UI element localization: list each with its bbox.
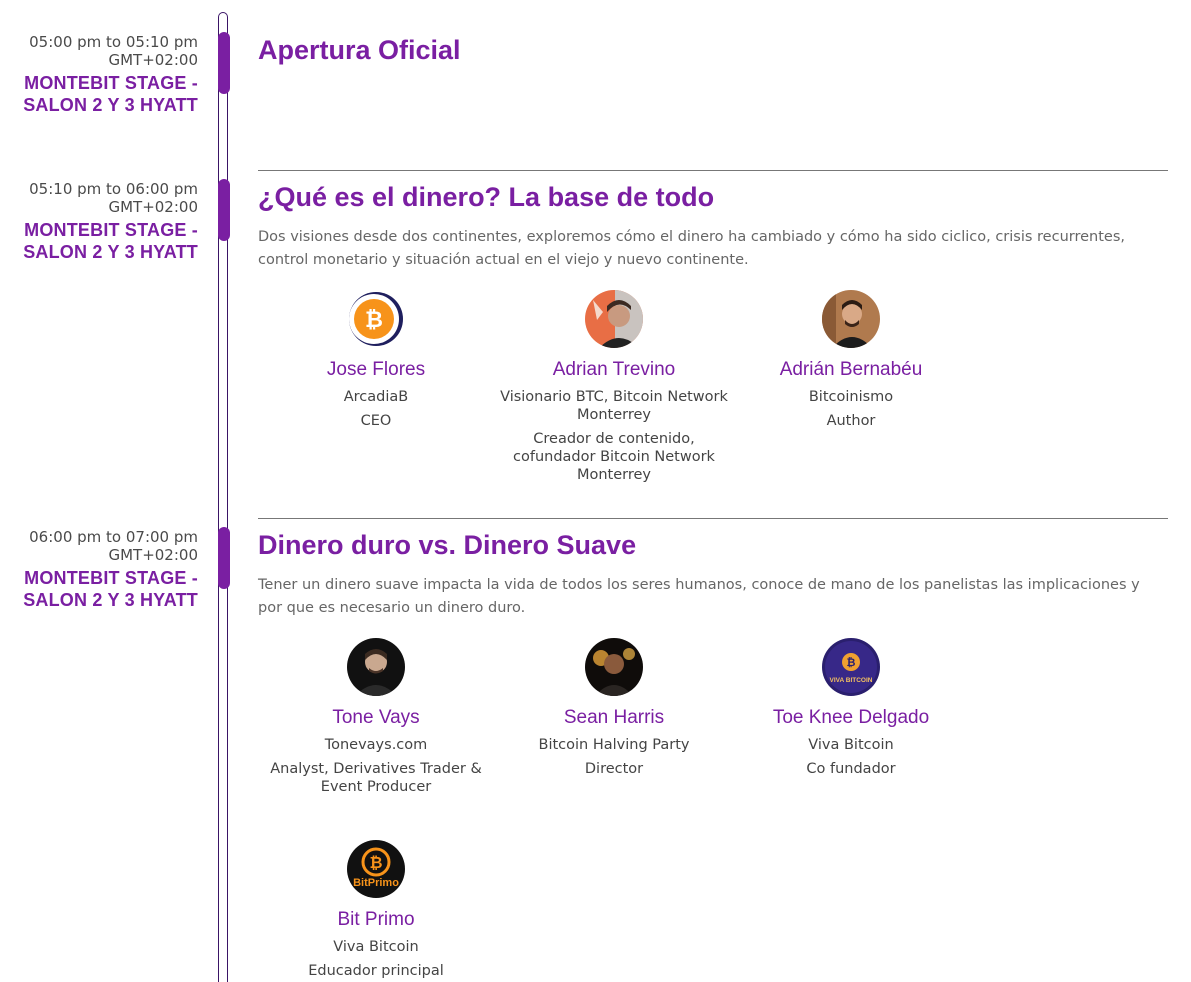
timeline-marker bbox=[218, 32, 230, 94]
speaker-name[interactable]: Toe Knee Delgado bbox=[733, 706, 969, 730]
speaker-photo bbox=[822, 290, 880, 348]
svg-text:₿: ₿ bbox=[847, 657, 856, 669]
session-stage[interactable]: MONTEBIT STAGE - SALON 2 Y 3 HYATT bbox=[0, 72, 198, 116]
speaker-photo bbox=[585, 638, 643, 696]
speaker-card[interactable]: Sean Harris Bitcoin Halving Party Direct… bbox=[496, 638, 732, 778]
speaker-card[interactable]: ₿ BitPrimo Bit Primo Viva Bitcoin Educad… bbox=[258, 840, 494, 980]
session-description: Dos visiones desde dos continentes, expl… bbox=[258, 229, 1125, 268]
speaker-role: Analyst, Derivatives Trader & Event Prod… bbox=[270, 761, 482, 795]
speaker-name[interactable]: Adrián Bernabéu bbox=[733, 358, 969, 382]
bitcoin-logo-icon: ₿ bbox=[347, 290, 405, 348]
session-time-block: 05:10 pm to 06:00 pm GMT+02:00 MONTEBIT … bbox=[0, 180, 198, 263]
speaker-role: CEO bbox=[360, 413, 392, 429]
session-time: 06:00 pm to 07:00 pm bbox=[29, 528, 198, 546]
session-time-block: 06:00 pm to 07:00 pm GMT+02:00 MONTEBIT … bbox=[0, 528, 198, 611]
speaker-company: Viva Bitcoin bbox=[808, 737, 894, 753]
session-timezone: GMT+02:00 bbox=[108, 51, 198, 69]
session-title[interactable]: Dinero duro vs. Dinero Suave bbox=[258, 528, 1168, 562]
session-time: 05:10 pm to 06:00 pm bbox=[29, 180, 198, 198]
speaker-role: Educador principal bbox=[308, 963, 444, 979]
speaker-photo bbox=[585, 290, 643, 348]
speaker-photo bbox=[347, 638, 405, 696]
session-title[interactable]: Apertura Oficial bbox=[258, 33, 1168, 67]
speaker-card[interactable]: Adrián Bernabéu Bitcoinismo Author bbox=[733, 290, 969, 430]
session-title[interactable]: ¿Qué es el dinero? La base de todo bbox=[258, 180, 1168, 214]
session-timezone: GMT+02:00 bbox=[108, 546, 198, 564]
speaker-name[interactable]: Tone Vays bbox=[258, 706, 494, 730]
speaker-company: Visionario BTC, Bitcoin Network Monterre… bbox=[500, 389, 728, 423]
speaker-role: Creador de contenido, cofundador Bitcoin… bbox=[513, 431, 715, 483]
svg-text:₿: ₿ bbox=[365, 307, 383, 332]
speaker-name[interactable]: Jose Flores bbox=[258, 358, 494, 382]
speaker-company: Viva Bitcoin bbox=[333, 939, 419, 955]
speaker-name[interactable]: Bit Primo bbox=[258, 908, 494, 932]
session-content: Apertura Oficial bbox=[258, 33, 1168, 67]
timeline-rail bbox=[218, 12, 228, 982]
timeline-marker bbox=[218, 527, 230, 589]
speaker-company: ArcadiaB bbox=[343, 389, 409, 405]
speaker-card[interactable]: Adrian Trevino Visionario BTC, Bitcoin N… bbox=[496, 290, 732, 484]
speaker-role: Director bbox=[584, 761, 644, 777]
speaker-name[interactable]: Adrian Trevino bbox=[496, 358, 732, 382]
session-time: 05:00 pm to 05:10 pm bbox=[29, 33, 198, 51]
timeline-marker bbox=[218, 179, 230, 241]
speaker-card[interactable]: ₿ Jose Flores ArcadiaB CEO bbox=[258, 290, 494, 430]
session-stage[interactable]: MONTEBIT STAGE - SALON 2 Y 3 HYATT bbox=[0, 567, 198, 611]
session-content: Dinero duro vs. Dinero Suave Tener un di… bbox=[258, 528, 1168, 620]
bitprimo-logo-text: BitPrimo bbox=[353, 877, 399, 889]
session-description: Tener un dinero suave impacta la vida de… bbox=[258, 577, 1140, 616]
viva-bitcoin-logo: ₿ VIVA BITCOIN bbox=[822, 638, 880, 696]
speaker-company: Bitcoinismo bbox=[808, 389, 894, 405]
agenda-page: 05:00 pm to 05:10 pm GMT+02:00 MONTEBIT … bbox=[0, 0, 1191, 982]
speaker-company: Tonevays.com bbox=[324, 737, 428, 753]
speaker-name[interactable]: Sean Harris bbox=[496, 706, 732, 730]
speaker-card[interactable]: Tone Vays Tonevays.com Analyst, Derivati… bbox=[258, 638, 494, 796]
speaker-card[interactable]: ₿ VIVA BITCOIN Toe Knee Delgado Viva Bit… bbox=[733, 638, 969, 778]
session-divider bbox=[258, 518, 1168, 519]
session-content: ¿Qué es el dinero? La base de todo Dos v… bbox=[258, 180, 1168, 272]
session-time-block: 05:00 pm to 05:10 pm GMT+02:00 MONTEBIT … bbox=[0, 33, 198, 116]
speaker-role: Co fundador bbox=[806, 761, 896, 777]
bitprimo-logo: ₿ BitPrimo bbox=[347, 840, 405, 898]
viva-bitcoin-logo-text: VIVA BITCOIN bbox=[830, 677, 873, 684]
svg-text:₿: ₿ bbox=[369, 854, 382, 872]
session-timezone: GMT+02:00 bbox=[108, 198, 198, 216]
session-divider bbox=[258, 170, 1168, 171]
speaker-company: Bitcoin Halving Party bbox=[538, 737, 690, 753]
speaker-role: Author bbox=[826, 413, 876, 429]
session-stage[interactable]: MONTEBIT STAGE - SALON 2 Y 3 HYATT bbox=[0, 219, 198, 263]
